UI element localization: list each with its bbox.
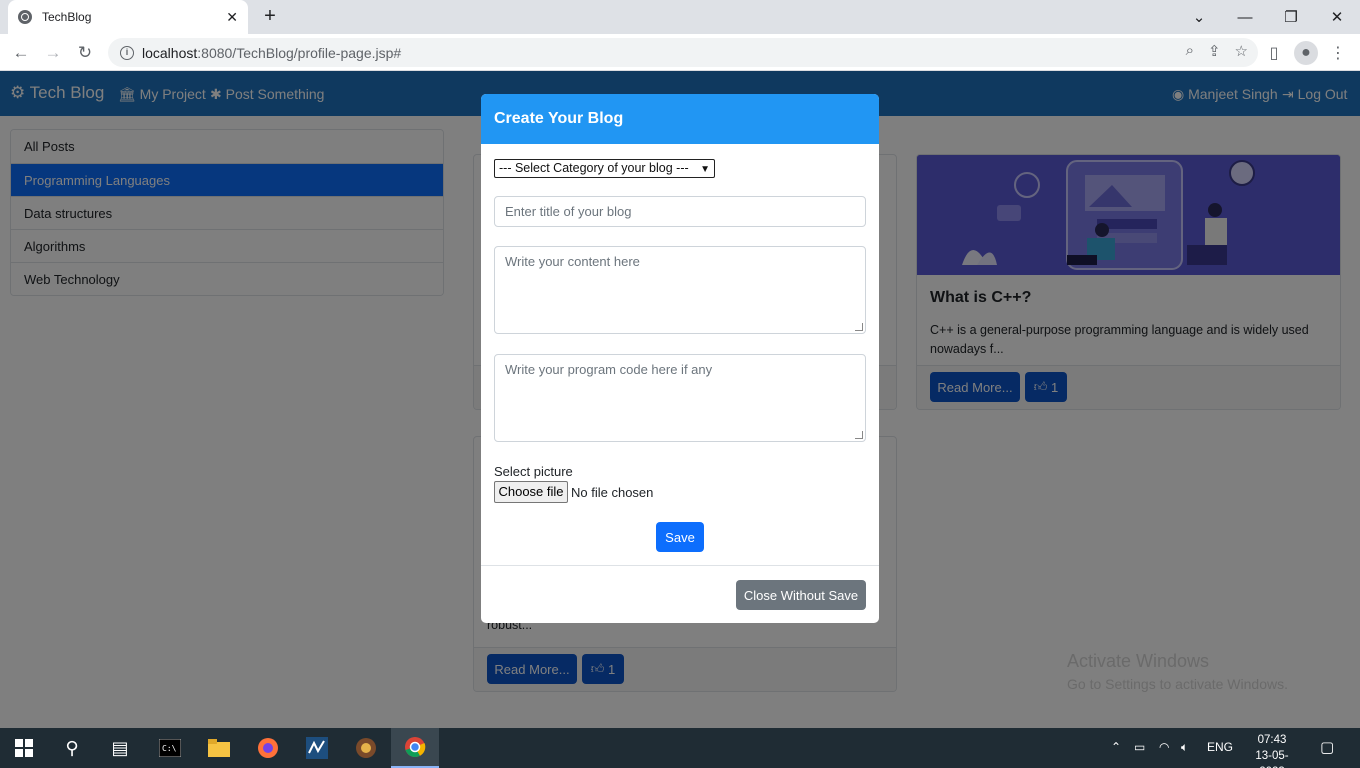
url-text: localhost:8080/TechBlog/profile-page.jsp…: [142, 44, 402, 61]
blog-title-input[interactable]: Enter title of your blog: [494, 196, 866, 227]
resize-handle-icon[interactable]: [855, 323, 863, 331]
side-panel-icon[interactable]: ▯: [1262, 41, 1286, 65]
file-explorer-icon[interactable]: [195, 728, 243, 768]
language-indicator[interactable]: ENG: [1207, 740, 1233, 754]
choose-file-button[interactable]: Choose file: [494, 481, 568, 503]
profile-avatar-icon[interactable]: ●: [1294, 41, 1318, 65]
close-tab-icon[interactable]: ✕: [226, 9, 238, 26]
modal-body: --- Select Category of your blog --- ▼ E…: [481, 144, 879, 566]
create-blog-modal: Create Your Blog --- Select Category of …: [481, 94, 879, 623]
browser-tabbar: TechBlog ✕ + ⌄ — ❐ ✕: [0, 0, 1360, 34]
volume-icon[interactable]: 🔈︎: [1181, 740, 1188, 755]
zoom-icon[interactable]: ⌕: [1186, 42, 1194, 60]
program-code-textarea[interactable]: Write your program code here if any: [494, 354, 866, 442]
window-close-button[interactable]: ✕: [1314, 0, 1360, 34]
reload-button[interactable]: ↻: [72, 40, 98, 66]
back-button[interactable]: ←: [8, 40, 34, 66]
blog-content-textarea[interactable]: Write your content here: [494, 246, 866, 334]
close-without-save-button[interactable]: Close Without Save: [736, 580, 866, 610]
menu-kebab-icon[interactable]: ⋮: [1326, 41, 1350, 65]
resize-handle-icon[interactable]: [855, 431, 863, 439]
omnibox[interactable]: i localhost:8080/TechBlog/profile-page.j…: [108, 38, 1258, 67]
notifications-icon[interactable]: ▢: [1320, 738, 1334, 756]
wifi-icon[interactable]: ◠: [1159, 740, 1169, 754]
task-view-icon[interactable]: ▤: [96, 728, 144, 768]
terminal-icon[interactable]: C:\: [146, 728, 194, 768]
battery-icon[interactable]: ▭: [1134, 740, 1145, 754]
site-info-icon[interactable]: i: [120, 45, 134, 60]
file-status-text: No file chosen: [571, 485, 654, 500]
forward-button[interactable]: →: [40, 40, 66, 66]
app-gear-icon[interactable]: [342, 728, 390, 768]
windows-taskbar: ⚲ ▤ C:\ ⌃ ▭ ◠ 🔈︎ ENG 07:43 13-05-2023 ▢: [0, 728, 1360, 768]
page-content: ⚙ Tech Blog 🏛︎ My Project ✱ Post Somethi…: [0, 71, 1360, 728]
activate-windows-watermark: Activate Windows Go to Settings to activ…: [1067, 651, 1288, 692]
search-icon[interactable]: ⚲: [48, 728, 96, 768]
mysql-workbench-icon[interactable]: [293, 728, 341, 768]
tab-title: TechBlog: [42, 10, 92, 24]
chevron-up-icon[interactable]: ⌃: [1111, 740, 1121, 754]
firefox-icon[interactable]: [244, 728, 292, 768]
svg-text:C:\: C:\: [162, 744, 177, 753]
select-picture-label: Select picture: [494, 464, 573, 479]
windows-start-icon[interactable]: [0, 728, 48, 768]
clock[interactable]: 07:43 13-05-2023: [1243, 732, 1301, 768]
category-select[interactable]: --- Select Category of your blog --- ▼: [494, 159, 715, 178]
restore-button[interactable]: ❐: [1268, 0, 1314, 34]
chrome-icon[interactable]: [391, 728, 439, 768]
share-icon[interactable]: ⇪: [1208, 42, 1221, 60]
chevron-down-icon: ▼: [700, 164, 710, 175]
save-button[interactable]: Save: [656, 522, 704, 552]
browser-tab[interactable]: TechBlog ✕: [8, 0, 248, 34]
new-tab-button[interactable]: +: [258, 4, 282, 28]
address-bar-row: ← → ↻ i localhost:8080/TechBlog/profile-…: [0, 34, 1360, 71]
modal-title: Create Your Blog: [481, 94, 879, 144]
tab-search-icon[interactable]: ⌄: [1176, 0, 1222, 34]
modal-footer: Close Without Save: [481, 566, 879, 623]
globe-icon: [18, 10, 32, 24]
bookmark-star-icon[interactable]: ☆: [1235, 42, 1248, 60]
minimize-button[interactable]: —: [1222, 0, 1268, 34]
